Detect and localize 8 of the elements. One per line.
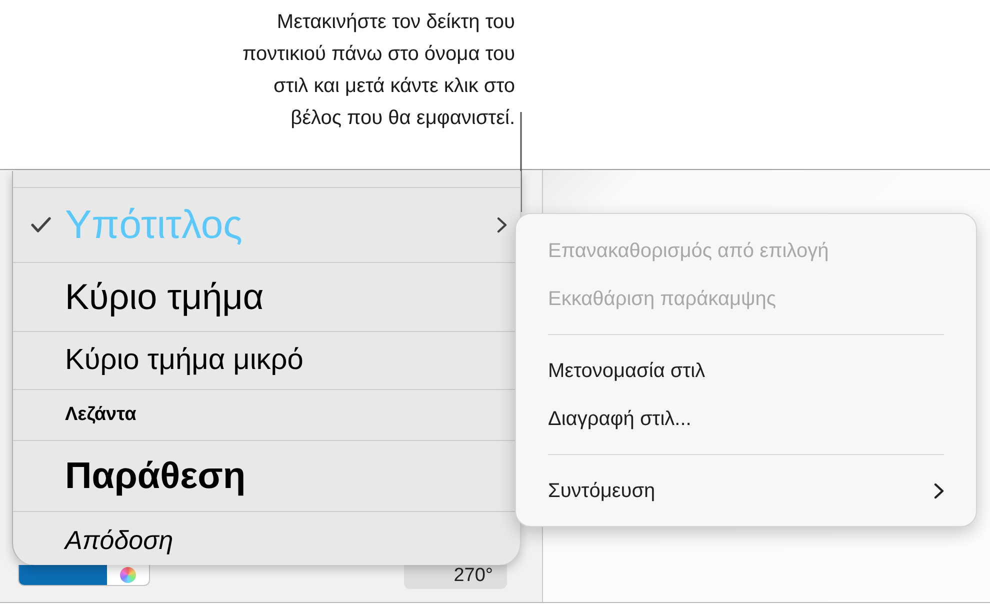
checkmark-icon	[31, 217, 51, 233]
callout-text: Μετακινήστε τον δείκτη του ποντικιού πάνω στο όνομα του στιλ και μετά κάντε κλικ στο βέλος που θα εμφανιστεί.	[242, 10, 515, 131]
chevron-right-icon	[934, 483, 944, 499]
color-well[interactable]	[18, 565, 150, 586]
angle-field[interactable]: 270°	[404, 565, 507, 589]
style-menu-item[interactable]: Απόδοση	[13, 512, 520, 564]
chevron-right-icon	[497, 217, 507, 233]
color-wheel-icon	[120, 567, 136, 583]
